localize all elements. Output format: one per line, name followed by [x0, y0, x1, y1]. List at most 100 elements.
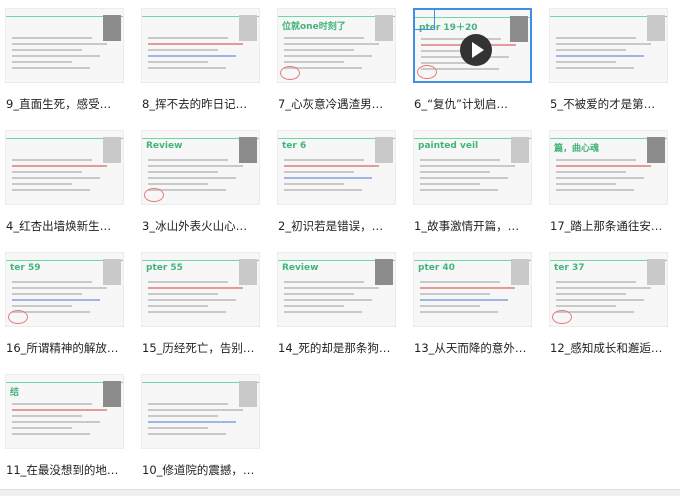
selection-checkbox[interactable] [415, 10, 435, 30]
file-tile[interactable]: ter 37 12_感知成长和邂逅… [546, 244, 678, 362]
file-tile[interactable]: painted veil 1_故事激情开篇，… [410, 122, 542, 240]
thumbnail-title: pter 40 [418, 263, 455, 273]
file-tile[interactable]: 10_修道院的震撼，… [138, 366, 270, 484]
thumbnail-text-line [556, 159, 636, 161]
thumbnail-text-line [284, 55, 372, 57]
file-thumbnail[interactable]: painted veil [413, 130, 532, 205]
thumbnail-text-line [420, 183, 480, 185]
file-thumbnail[interactable] [5, 8, 124, 83]
stamp-mark [144, 188, 164, 202]
thumbnail-photo [103, 381, 121, 407]
thumbnail-photo [647, 259, 665, 285]
file-thumbnail[interactable]: ter 59 [5, 252, 124, 327]
thumbnail-text-line [12, 165, 107, 167]
file-tile[interactable]: 篇，曲心魂 17_踏上那条通往安… [546, 122, 678, 240]
thumbnail-text-line [284, 299, 372, 301]
thumbnail-text-line [12, 415, 82, 417]
file-name: 10_修道院的震撼，… [142, 463, 255, 477]
thumbnail-text-line [148, 49, 218, 51]
thumbnail-text-line [284, 311, 362, 313]
thumbnail-text-line [12, 55, 100, 57]
thumbnail-text-line [148, 171, 218, 173]
thumbnail-text-line [148, 43, 243, 45]
thumbnail-text-line [12, 409, 107, 411]
file-thumbnail[interactable] [5, 130, 124, 205]
thumbnail-text-line [420, 177, 508, 179]
file-name: 1_故事激情开篇，… [414, 219, 520, 233]
thumbnail-text-line [284, 171, 354, 173]
file-thumbnail[interactable]: ter 6 [277, 130, 396, 205]
file-thumbnail[interactable]: Review [141, 130, 260, 205]
thumbnail-text-line [420, 299, 508, 301]
file-thumbnail[interactable]: pter 40 [413, 252, 532, 327]
horizontal-scrollbar[interactable] [0, 489, 680, 496]
thumbnail-title: 结 [10, 388, 20, 398]
file-name: 7_心灰意冷遇渣男… [278, 97, 384, 111]
thumbnail-text-line [556, 43, 651, 45]
thumbnail-photo [239, 15, 257, 41]
thumbnail-text-line [284, 165, 379, 167]
thumbnail-text-line [148, 183, 208, 185]
thumbnail-title: pter 55 [146, 263, 183, 273]
thumbnail-text-line [148, 293, 218, 295]
thumbnail-text-line [284, 293, 354, 295]
thumbnail-title: ter 59 [10, 263, 41, 273]
file-thumbnail[interactable]: 位就one时刻了 [277, 8, 396, 83]
file-thumbnail[interactable]: pter 19＋20 [413, 8, 532, 83]
play-icon[interactable] [460, 34, 492, 66]
file-name: 11_在最没想到的地… [6, 463, 119, 477]
stamp-mark [417, 65, 437, 79]
file-tile[interactable]: 9_直面生死，感受… [2, 0, 134, 118]
file-thumbnail[interactable]: ter 37 [549, 252, 668, 327]
thumbnail-text-line [12, 421, 100, 423]
file-name: 4_红杏出墙焕新生… [6, 219, 112, 233]
file-tile[interactable]: ter 6 2_初识若是错误，… [274, 122, 406, 240]
file-tile[interactable]: pter 19＋20 6_“复仇”计划启… [410, 0, 542, 118]
file-thumbnail[interactable] [141, 8, 260, 83]
thumbnail-text-line [148, 421, 236, 423]
file-thumbnail[interactable] [549, 8, 668, 83]
file-tile[interactable]: 结 11_在最没想到的地… [2, 366, 134, 484]
thumbnail-text-line [556, 55, 644, 57]
thumbnail-photo [103, 259, 121, 285]
thumbnail-text-line [148, 159, 228, 161]
thumbnail-text-line [284, 37, 364, 39]
thumbnail-text-line [148, 403, 228, 405]
thumbnail-text-line [148, 287, 243, 289]
thumbnail-photo [647, 137, 665, 163]
file-tile[interactable]: ter 59 16_所谓精神的解放… [2, 244, 134, 362]
file-tile[interactable]: 位就one时刻了 7_心灰意冷遇渣男… [274, 0, 406, 118]
thumbnail-text-line [12, 159, 92, 161]
file-name: 8_挥不去的昨日记… [142, 97, 248, 111]
file-thumbnail[interactable] [141, 374, 260, 449]
file-thumbnail[interactable]: Review [277, 252, 396, 327]
file-tile[interactable]: 5_不被爱的才是第… [546, 0, 678, 118]
thumbnail-text-line [420, 287, 515, 289]
thumbnail-text-line [12, 433, 90, 435]
thumbnail-text-line [148, 55, 236, 57]
file-tile[interactable]: 8_挥不去的昨日记… [138, 0, 270, 118]
file-thumbnail[interactable]: 篇，曲心魂 [549, 130, 668, 205]
thumbnail-text-line [12, 183, 72, 185]
thumbnail-text-line [148, 165, 243, 167]
file-tile[interactable]: Review 3_冰山外表火山心… [138, 122, 270, 240]
thumbnail-text-line [12, 189, 90, 191]
thumbnail-text-line [284, 287, 379, 289]
thumbnail-title: ter 6 [282, 141, 307, 151]
file-thumbnail[interactable]: 结 [5, 374, 124, 449]
file-tile[interactable]: Review 14_死的却是那条狗… [274, 244, 406, 362]
thumbnail-text-line [12, 403, 92, 405]
thumbnail-photo [103, 15, 121, 41]
thumbnail-text-line [420, 159, 500, 161]
thumbnail-text-line [420, 165, 515, 167]
thumbnail-text-line [148, 61, 208, 63]
thumbnail-text-line [556, 281, 636, 283]
thumbnail-text-line [148, 415, 218, 417]
file-name: 5_不被爱的才是第… [550, 97, 656, 111]
thumbnail-text-line [420, 293, 490, 295]
thumbnail-text-line [284, 43, 379, 45]
file-thumbnail[interactable]: pter 55 [141, 252, 260, 327]
file-tile[interactable]: 4_红杏出墙焕新生… [2, 122, 134, 240]
file-tile[interactable]: pter 55 15_历经死亡，告别… [138, 244, 270, 362]
file-tile[interactable]: pter 40 13_从天而降的意外… [410, 244, 542, 362]
